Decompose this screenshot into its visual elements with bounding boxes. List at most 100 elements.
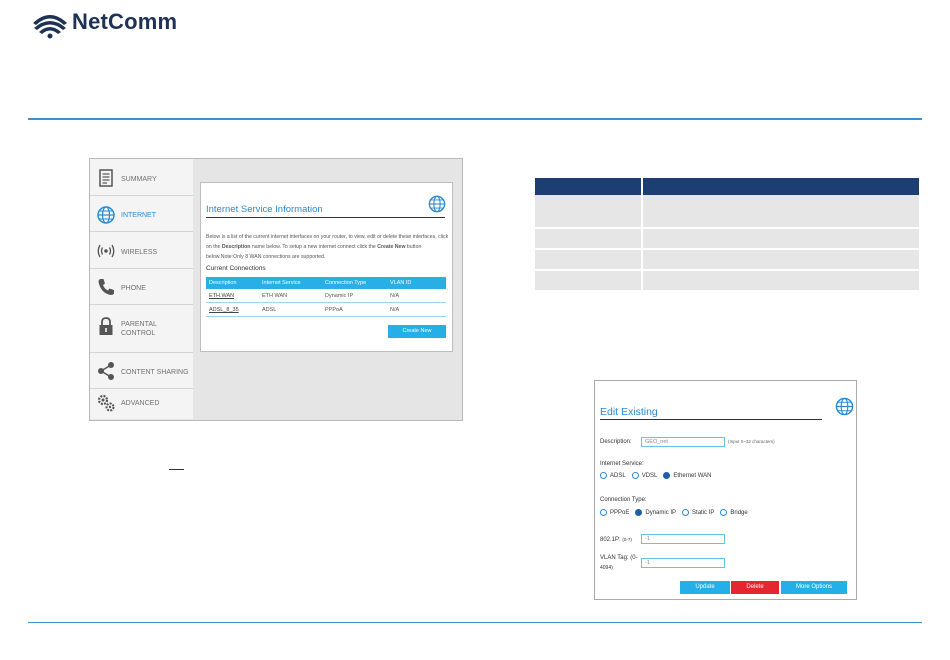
table-cell: Dynamic IP [322,289,387,303]
panel-title: Edit Existing [600,406,658,418]
share-icon [98,362,114,380]
radio-button-selected[interactable] [635,509,643,516]
footer-divider [28,622,922,623]
table-cell: PPPoA [322,302,387,317]
radio-label: Dynamic IP [645,509,677,516]
table-cell: ETH WAN [259,289,322,303]
header-divider [28,118,922,120]
document-icon [99,169,113,187]
more-options-button[interactable]: More Options [781,581,847,594]
radio-option-static-ip[interactable]: Static IP [682,509,714,516]
table-row [535,228,919,250]
sidebar-item-label: SUMMARY [121,176,157,183]
current-connections-heading: Current Connections [206,265,266,272]
table-row [535,249,919,271]
connection-type-radio-group: PPPoE Dynamic IP Static IP Bridge [600,509,754,516]
table-cell [535,249,643,271]
update-button[interactable]: Update [680,581,730,594]
sidebar-item-phone[interactable]: PHONE [90,269,193,305]
table-header-row [535,178,919,195]
radio-label: Ethernet WAN [673,472,712,479]
create-new-button[interactable]: Create New [388,325,446,338]
internet-service-panel: Internet Service Information Below is a … [200,182,453,352]
connection-description-link[interactable]: ADSL_8_35 [206,302,259,317]
desc-text: name below. To setup a new internet conn… [250,244,378,250]
table-cell [642,195,919,229]
radio-label: VDSL [641,472,658,479]
radio-button[interactable] [631,472,639,479]
radio-option-pppoe[interactable]: PPPoE [600,509,629,516]
sidebar-item-advanced[interactable]: ADVANCED [90,389,193,419]
radio-option-ethernet-wan[interactable]: Ethernet WAN [663,472,712,479]
brand-name: NetComm [72,9,178,34]
connection-description-link[interactable]: ETH.WAN [206,289,259,303]
internet-service-label: Internet Service: [600,461,644,467]
table-cell [535,195,643,229]
radio-option-vdsl[interactable]: VDSL [631,472,658,479]
sidebar-item-label-line2: CONTROL [121,330,156,337]
radio-button-selected[interactable] [663,472,671,479]
title-divider [600,419,822,420]
column-header: Description [206,277,259,289]
table-row [535,270,919,292]
title-divider [206,217,445,218]
sidebar-item-label: INTERNET [121,212,156,219]
sidebar-item-label: PHONE [121,285,146,292]
internet-service-radio-group: ADSL VDSL Ethernet WAN [600,472,718,479]
connection-type-label: Connection Type: [600,497,647,503]
table-header-row: Description Internet Service Connection … [206,277,446,289]
table-cell: N/A [387,289,446,303]
table-cell: N/A [387,302,446,317]
delete-button[interactable]: Delete [731,581,779,594]
sidebar-item-label: CONTENT SHARING [121,369,189,376]
description-hint: (Input 0~32 characters) [728,439,775,444]
radio-option-adsl[interactable]: ADSL [600,472,626,479]
sidebar-item-label: ADVANCED [121,400,160,407]
wifi-icon [97,244,115,258]
table-row: ADSL_8_35 ADSL PPPoA N/A [206,302,446,317]
radio-option-dynamic-ip[interactable]: Dynamic IP [635,509,676,516]
table-cell [642,270,919,292]
vlan-tag-input[interactable] [641,558,725,568]
vlan-label-line2: 4094) [600,565,613,571]
sidebar-item-parental-control[interactable]: PARENTAL CONTROL [90,305,193,353]
radio-label: Bridge [730,509,748,516]
sidebar-item-internet[interactable]: INTERNET [90,196,193,232]
table-row: ETH.WAN ETH WAN Dynamic IP N/A [206,289,446,303]
globe-icon [97,206,115,224]
globe-icon [835,397,854,416]
edit-existing-panel: Edit Existing Description: (Input 0~32 c… [594,380,857,600]
sidebar-item-wireless[interactable]: WIRELESS [90,232,193,269]
desc-bold-create-new: Create New [377,244,406,250]
table-cell [535,228,643,250]
gears-icon [97,394,115,412]
radio-label: PPPoE [610,509,630,516]
radio-label: ADSL [610,472,626,479]
sidebar-item-label: WIRELESS [121,249,158,256]
text-underline-mark [169,469,184,470]
table-cell [642,228,919,250]
radio-button[interactable] [682,509,690,516]
description-input[interactable] [641,437,725,447]
table-cell [642,249,919,271]
sidebar-item-summary[interactable]: SUMMARY [90,159,193,196]
p8021-input[interactable] [641,534,725,544]
column-header: Internet Service [259,277,322,289]
sidebar-item-content-sharing[interactable]: CONTENT SHARING [90,353,193,389]
lock-icon [99,317,113,335]
sidebar-item-label: PARENTAL [121,321,157,328]
column-header: Connection Type [322,277,387,289]
sidebar: SUMMARY INTERNET WIRELESS PHONE PARENTAL… [90,159,193,419]
p8021-label-text: 802.1P: [600,537,621,543]
reference-table [535,178,919,292]
p8021-range: (0-7) [622,537,632,542]
vlan-label-line1: VLAN Tag: (0- [600,555,638,561]
desc-bold-description: Description [221,244,251,250]
column-header [642,178,919,195]
description-label: Description: [600,439,632,445]
radio-button[interactable] [600,509,607,516]
radio-button[interactable] [600,472,607,479]
radio-button[interactable] [720,509,728,516]
p8021-label: 802.1P: (0-7) [600,537,632,543]
radio-option-bridge[interactable]: Bridge [720,509,748,516]
